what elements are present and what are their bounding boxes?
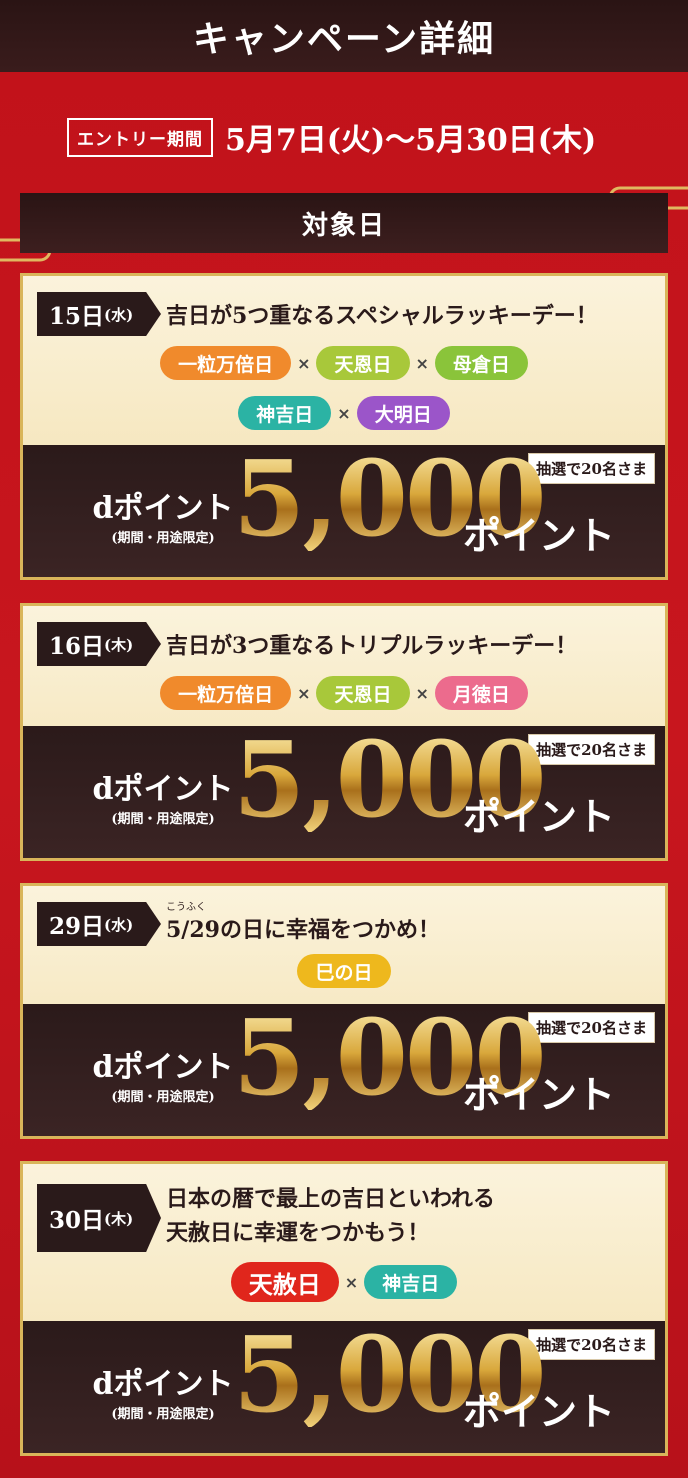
times-symbol: ×	[415, 683, 429, 703]
lottery-badge: 抽選で20名さま	[528, 1012, 655, 1043]
date-tag: 30日 (木)	[37, 1184, 161, 1252]
times-symbol: ×	[297, 683, 311, 703]
lucky-day-pill: 一粒万倍日	[160, 676, 292, 710]
prize-unit: ポイント	[463, 513, 616, 558]
date-number: 30日	[49, 1207, 105, 1234]
dpoint-title: dポイント	[92, 1367, 234, 1402]
card-headline: こうふく 5/29の日に幸福をつかめ！	[166, 902, 440, 944]
dpoint-note: (期間・用途限定)	[111, 1407, 215, 1422]
lucky-day-pills: 一粒万倍日 × 天恩日 × 月徳日	[23, 676, 665, 710]
dpoint-title: dポイント	[92, 491, 234, 526]
target-days-header: 対象日	[20, 193, 668, 253]
prize-unit: ポイント	[463, 794, 616, 839]
date-number: 15日	[49, 303, 105, 330]
dpoint-note: (期間・用途限定)	[111, 812, 215, 827]
lucky-day-pill: 神吉日	[238, 396, 332, 430]
page-header: キャンペーン詳細	[0, 0, 688, 72]
lucky-day-pills: 神吉日 × 大明日	[23, 396, 665, 430]
campaign-day-card: 15日 (水) 吉日が5つ重なるスペシャルラッキーデー！ 一粒万倍日 × 天恩日 …	[20, 273, 668, 580]
lucky-day-pills: 巳の日	[23, 954, 665, 988]
prize-unit: ポイント	[463, 1072, 616, 1117]
card-headline-line2: 天赦日に幸運をつかもう！	[166, 1220, 430, 1246]
times-symbol: ×	[337, 403, 351, 423]
campaign-day-card: 29日 (水) こうふく 5/29の日に幸福をつかめ！ 巳の日 抽選で20名さま …	[20, 883, 668, 1139]
card-headline: 吉日が5つ重なるスペシャルラッキーデー！	[166, 303, 598, 329]
campaign-day-card: 16日 (木) 吉日が3つ重なるトリプルラッキーデー！ 一粒万倍日 × 天恩日 ×…	[20, 603, 668, 861]
card-headline: 吉日が3つ重なるトリプルラッキーデー！	[166, 633, 578, 659]
times-symbol: ×	[297, 353, 311, 373]
lucky-day-pill: 母倉日	[434, 346, 528, 380]
date-number: 29日	[49, 913, 105, 940]
page-title: キャンペーン詳細	[192, 19, 496, 60]
date-tag: 29日 (水)	[37, 902, 161, 946]
card-headline: 日本の暦で最上の吉日といわれる 天赦日に幸運をつかもう！	[166, 1182, 495, 1250]
prize-panel: 抽選で20名さま dポイント (期間・用途限定) 5,000 ポイント	[23, 1321, 665, 1453]
date-tag: 15日 (水)	[37, 292, 161, 336]
dpoint-title: dポイント	[92, 1050, 234, 1085]
lucky-day-pill: 巳の日	[297, 954, 391, 988]
dpoint-note: (期間・用途限定)	[111, 1090, 215, 1105]
prize-panel: 抽選で20名さま dポイント (期間・用途限定) 5,000 ポイント	[23, 726, 665, 858]
dpoint-title: dポイント	[92, 772, 234, 807]
lucky-day-pills: 天赦日 × 神吉日	[23, 1262, 665, 1302]
prize-panel: 抽選で20名さま dポイント (期間・用途限定) 5,000 ポイント	[23, 1004, 665, 1136]
weekday: (水)	[104, 915, 134, 934]
card-headline-line1: 日本の暦で最上の吉日といわれる	[166, 1186, 495, 1212]
lucky-day-pill: 月徳日	[434, 676, 528, 710]
lucky-day-pill: 天恩日	[316, 676, 410, 710]
prize-unit: ポイント	[463, 1389, 616, 1434]
prize-panel: 抽選で20名さま dポイント (期間・用途限定) 5,000 ポイント	[23, 445, 665, 577]
lucky-day-pill: 大明日	[356, 396, 450, 430]
entry-period-label: エントリー期間	[67, 117, 213, 157]
campaign-day-card: 30日 (木) 日本の暦で最上の吉日といわれる 天赦日に幸運をつかもう！ 天赦日 …	[20, 1161, 668, 1456]
lottery-badge: 抽選で20名さま	[528, 1329, 655, 1360]
target-days-title: 対象日	[301, 210, 386, 241]
lottery-badge: 抽選で20名さま	[528, 734, 655, 765]
date-tag: 16日 (木)	[37, 622, 161, 666]
lucky-day-pill: 天赦日	[230, 1262, 339, 1302]
lucky-day-pills: 一粒万倍日 × 天恩日 × 母倉日	[23, 346, 665, 380]
weekday: (木)	[104, 635, 134, 654]
lucky-day-pill: 天恩日	[316, 346, 410, 380]
entry-period: エントリー期間 5月7日(火)〜5月30日(木)	[67, 115, 596, 159]
weekday: (水)	[104, 305, 134, 324]
card-headline-text: 5/29の日に幸福をつかめ！	[166, 917, 440, 943]
lucky-day-pill: 一粒万倍日	[160, 346, 292, 380]
entry-period-dates: 5月7日(火)〜5月30日(木)	[225, 123, 597, 158]
times-symbol: ×	[415, 353, 429, 373]
ruby-reading: こうふく	[166, 902, 206, 913]
dpoint-note: (期間・用途限定)	[111, 531, 215, 546]
times-symbol: ×	[344, 1272, 359, 1292]
lucky-day-pill: 神吉日	[364, 1265, 458, 1299]
weekday: (木)	[104, 1209, 134, 1228]
date-number: 16日	[49, 633, 105, 660]
lottery-badge: 抽選で20名さま	[528, 453, 655, 484]
